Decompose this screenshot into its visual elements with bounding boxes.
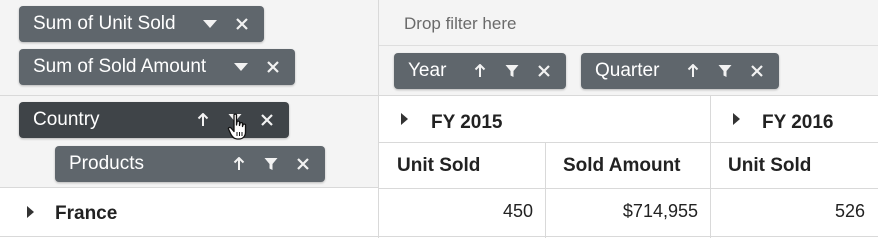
hand-cursor-icon [227,113,247,140]
expand-caret-icon[interactable] [733,113,740,125]
divider [545,142,546,238]
expand-caret-icon[interactable] [27,206,34,218]
chip-label: Country [33,109,100,130]
close-icon[interactable] [232,14,252,34]
measure-header[interactable]: Sold Amount [563,155,681,177]
divider [0,236,379,237]
row-chip-products[interactable]: Products [55,146,325,182]
table-cell: 450 [502,201,533,221]
measure-header[interactable]: Unit Sold [728,155,811,177]
close-icon[interactable] [293,154,313,174]
row-header[interactable]: France [55,203,117,225]
divider [379,188,878,189]
columns-drop-area[interactable]: Year Quarter [379,46,878,96]
row-header-area: France [0,188,379,238]
value-chip-sold-amount[interactable]: Sum of Sold Amount [19,49,295,85]
value-chip-unit-sold[interactable]: Sum of Unit Sold [19,6,264,42]
filter-icon[interactable] [502,61,522,81]
table-cell: $714,955 [622,201,698,221]
chevron-down-icon[interactable] [200,14,220,34]
column-group-header[interactable]: FY 2016 [762,112,833,134]
table-cell: 526 [834,201,865,221]
sort-up-icon[interactable] [193,110,213,130]
column-chip-year[interactable]: Year [394,53,566,89]
filter-icon[interactable] [225,110,247,140]
row-chip-country[interactable]: Country [19,102,289,140]
filter-icon[interactable] [261,154,281,174]
divider [379,142,878,143]
column-group-header[interactable]: FY 2015 [431,112,502,134]
close-icon[interactable] [747,61,767,81]
filter-placeholder: Drop filter here [404,14,517,33]
measure-header[interactable]: Unit Sold [397,155,480,177]
chevron-down-icon[interactable] [231,57,251,77]
values-drop-area[interactable]: Sum of Unit Sold Sum of Sold Amount [0,0,379,96]
filter-icon[interactable] [715,61,735,81]
divider [379,236,878,237]
expand-caret-icon[interactable] [401,113,408,125]
sort-up-icon[interactable] [229,154,249,174]
chip-label: Sum of Unit Sold [33,13,176,34]
column-chip-quarter[interactable]: Quarter [581,53,779,89]
chip-label: Products [69,153,144,174]
sort-up-icon[interactable] [470,61,490,81]
close-icon[interactable] [257,110,277,130]
close-icon[interactable] [534,61,554,81]
pivot-grid: FY 2015 FY 2016 Unit Sold Sold Amount Un… [379,96,878,238]
close-icon[interactable] [263,57,283,77]
filter-drop-area[interactable]: Drop filter here [379,0,878,46]
chip-label: Sum of Sold Amount [33,56,207,77]
sort-up-icon[interactable] [683,61,703,81]
chip-label: Year [408,60,447,81]
rows-drop-area[interactable]: Country Products [0,96,379,188]
chip-label: Quarter [595,60,660,81]
